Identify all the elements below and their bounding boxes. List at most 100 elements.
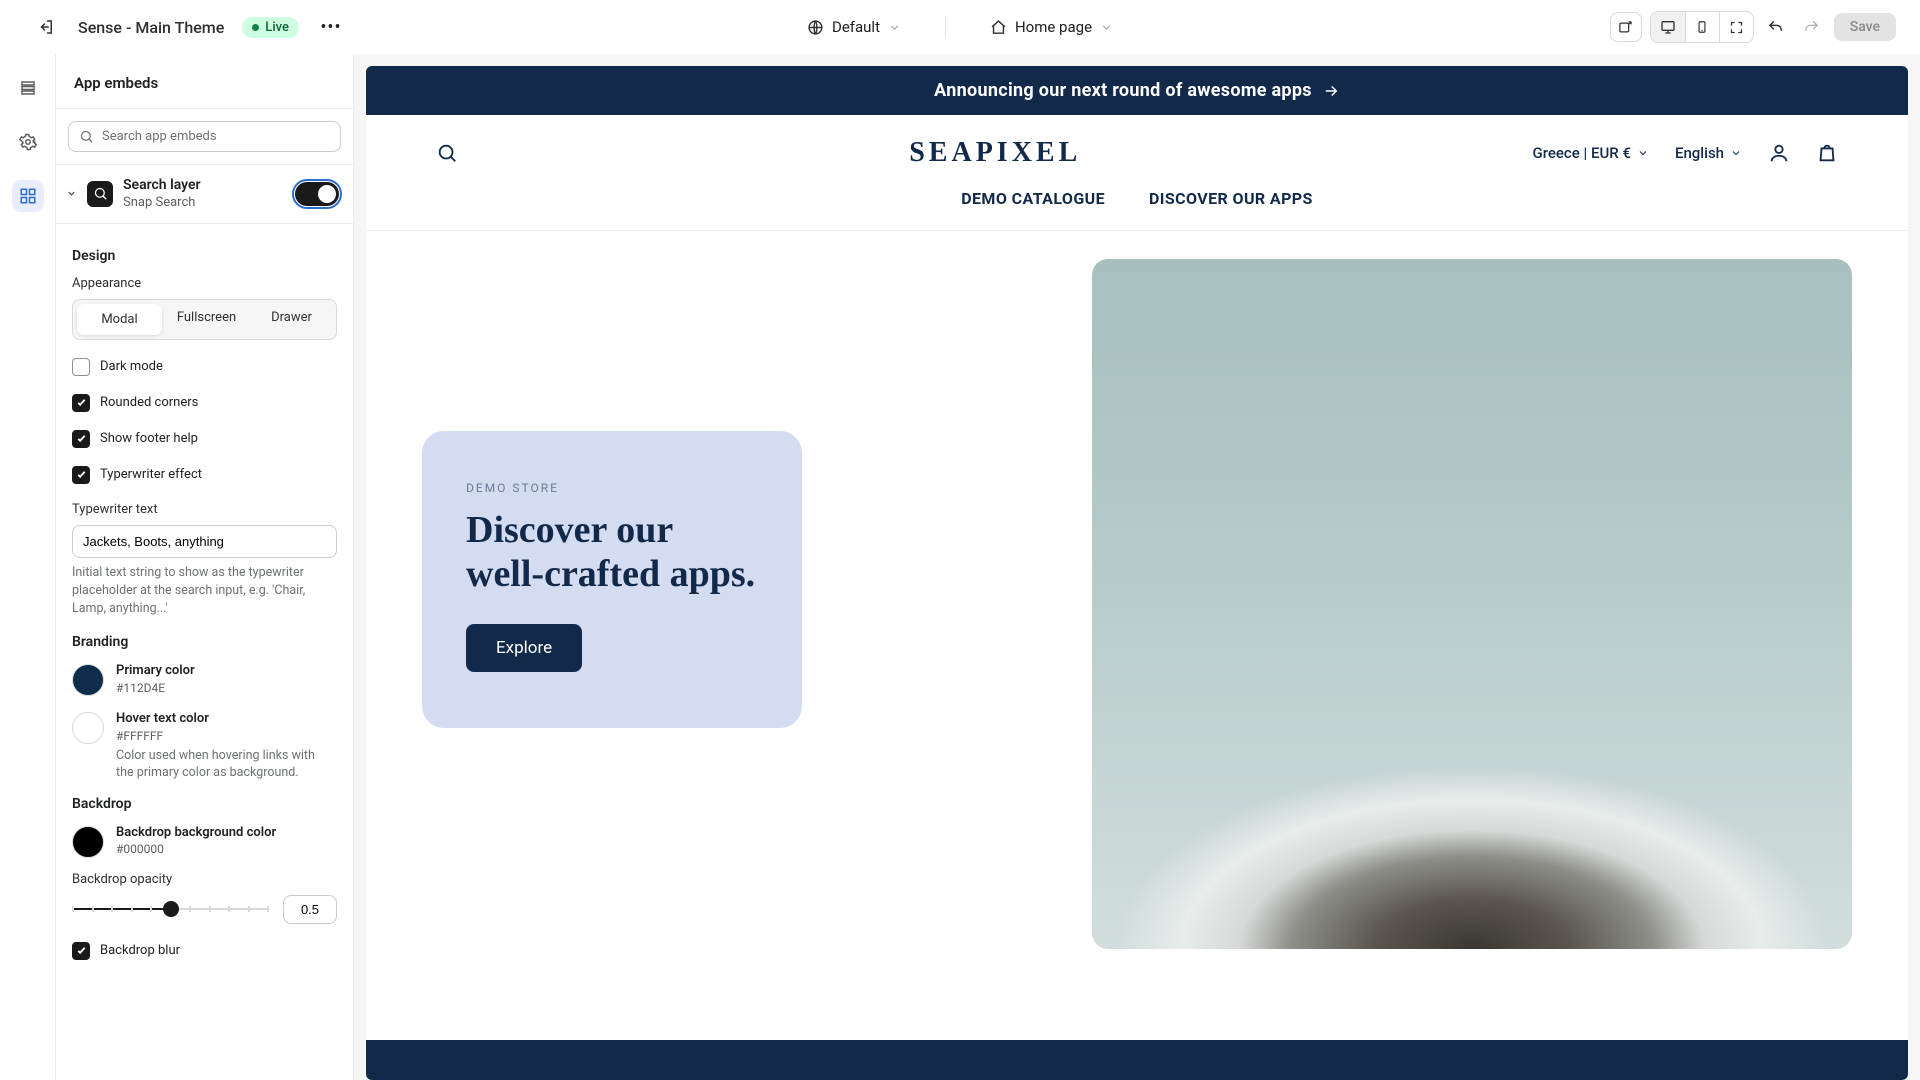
nav-item-catalogue[interactable]: DEMO CATALOGUE (961, 189, 1105, 208)
embed-subtitle: Snap Search (123, 195, 201, 211)
brand-logo[interactable]: SEAPIXEL (909, 137, 1081, 169)
header-search-button[interactable] (436, 142, 458, 164)
announcement-text: Announcing our next round of awesome app… (934, 80, 1312, 101)
live-badge-label: Live (265, 20, 289, 35)
mobile-view-button[interactable] (1685, 12, 1719, 42)
exit-editor-icon[interactable] (32, 13, 60, 41)
context-selector-label: Default (832, 18, 880, 36)
nav-item-apps[interactable]: DISCOVER OUR APPS (1149, 189, 1313, 208)
rail-app-embeds-button[interactable] (12, 180, 44, 212)
footer-band (366, 1040, 1908, 1080)
checkbox-icon (72, 394, 90, 412)
theme-name: Sense - Main Theme (78, 18, 224, 37)
checkbox-rounded-corners[interactable]: Rounded corners (72, 394, 337, 412)
opacity-row (72, 895, 337, 924)
opacity-value-input[interactable] (283, 895, 337, 924)
checkbox-label: Dark mode (100, 359, 163, 374)
page-selector[interactable]: Home page (990, 18, 1113, 36)
account-button[interactable] (1768, 142, 1790, 164)
redo-button[interactable] (1798, 13, 1826, 41)
more-actions-button[interactable]: ••• (317, 13, 345, 41)
checkbox-typewriter[interactable]: Typerwriter effect (72, 466, 337, 484)
main-nav: DEMO CATALOGUE DISCOVER OUR APPS (366, 177, 1908, 230)
color-hex: #000000 (116, 841, 276, 857)
user-icon (1768, 142, 1790, 164)
checkbox-backdrop-blur[interactable]: Backdrop blur (72, 942, 337, 960)
top-center: Default Home page (807, 16, 1113, 38)
rail-settings-button[interactable] (12, 126, 44, 158)
section-branding: Branding (72, 634, 337, 650)
hero-image (1092, 259, 1852, 949)
color-name: Backdrop background color (116, 824, 276, 842)
fullscreen-view-button[interactable] (1719, 12, 1753, 42)
embed-titles: Search layer Snap Search (123, 177, 201, 211)
opacity-slider[interactable] (72, 898, 269, 920)
color-hex: #FFFFFF (116, 728, 326, 744)
typewriter-input[interactable] (72, 525, 337, 558)
hero-section: DEMO STORE Discover our well-crafted app… (366, 231, 1908, 1040)
checkbox-icon (72, 430, 90, 448)
save-button[interactable]: Save (1834, 13, 1896, 41)
hero-card: DEMO STORE Discover our well-crafted app… (422, 431, 802, 728)
announcement-bar[interactable]: Announcing our next round of awesome app… (366, 66, 1908, 115)
rail-sections-button[interactable] (12, 72, 44, 104)
color-swatch (72, 712, 104, 744)
desktop-view-button[interactable] (1651, 12, 1685, 42)
undo-button[interactable] (1762, 13, 1790, 41)
hero-cta-button[interactable]: Explore (466, 624, 582, 672)
color-swatch (72, 826, 104, 858)
language-label: English (1675, 144, 1724, 162)
bag-icon (1816, 142, 1838, 164)
checkbox-footer-help[interactable]: Show footer help (72, 430, 337, 448)
appearance-option-fullscreen[interactable]: Fullscreen (164, 302, 249, 337)
section-backdrop: Backdrop (72, 796, 337, 812)
color-info: Backdrop background color #000000 (116, 824, 276, 858)
embed-title: Search layer (123, 177, 201, 195)
page-selector-label: Home page (1015, 18, 1092, 36)
checkbox-label: Show footer help (100, 431, 198, 446)
settings-panel: App embeds Search app embeds Search laye… (56, 54, 354, 1080)
search-input[interactable]: Search app embeds (68, 121, 341, 152)
context-selector[interactable]: Default (807, 18, 901, 36)
checkbox-dark-mode[interactable]: Dark mode (72, 358, 337, 376)
embed-row[interactable]: Search layer Snap Search (56, 165, 353, 224)
store-header-top: SEAPIXEL Greece | EUR € English (366, 115, 1908, 177)
checkbox-icon (72, 358, 90, 376)
storefront-preview: Announcing our next round of awesome app… (366, 66, 1908, 1080)
search-wrap: Search app embeds (56, 109, 353, 165)
device-preview-group (1650, 11, 1754, 43)
color-primary[interactable]: Primary color #112D4E (72, 662, 337, 696)
cart-button[interactable] (1816, 142, 1838, 164)
top-left: Sense - Main Theme Live ••• (32, 13, 345, 41)
appearance-segmented: Modal Fullscreen Drawer (72, 299, 337, 340)
locale-selector[interactable]: Greece | EUR € (1532, 144, 1648, 162)
top-bar: Sense - Main Theme Live ••• Default Home… (0, 0, 1920, 54)
panel-title: App embeds (56, 54, 353, 109)
language-selector[interactable]: English (1675, 144, 1742, 162)
checkbox-label: Typerwriter effect (100, 467, 202, 482)
typewriter-help: Initial text string to show as the typew… (72, 564, 337, 618)
section-design: Design (72, 248, 337, 264)
checkbox-label: Rounded corners (100, 395, 198, 410)
color-name: Primary color (116, 662, 195, 680)
embed-toggle[interactable] (295, 182, 339, 206)
chevron-down-icon (1730, 147, 1742, 159)
color-hex: #112D4E (116, 680, 195, 696)
search-placeholder: Search app embeds (102, 129, 217, 144)
inspector-toggle-button[interactable] (1610, 12, 1642, 42)
search-icon (79, 129, 94, 144)
app-body: App embeds Search app embeds Search laye… (0, 54, 1920, 1080)
opacity-label: Backdrop opacity (72, 872, 337, 887)
appearance-option-drawer[interactable]: Drawer (249, 302, 334, 337)
appearance-option-modal[interactable]: Modal (77, 304, 162, 335)
arrow-right-icon (1322, 82, 1340, 100)
color-info: Hover text color #FFFFFF Color used when… (116, 710, 326, 781)
color-hover[interactable]: Hover text color #FFFFFF Color used when… (72, 710, 337, 781)
checkbox-label: Backdrop blur (100, 943, 180, 958)
color-backdrop[interactable]: Backdrop background color #000000 (72, 824, 337, 858)
appearance-label: Appearance (72, 276, 337, 291)
settings-scroll[interactable]: Design Appearance Modal Fullscreen Drawe… (56, 224, 353, 1080)
chevron-down-icon (1637, 147, 1649, 159)
hero-title: Discover our well-crafted apps. (466, 509, 758, 596)
color-swatch (72, 664, 104, 696)
